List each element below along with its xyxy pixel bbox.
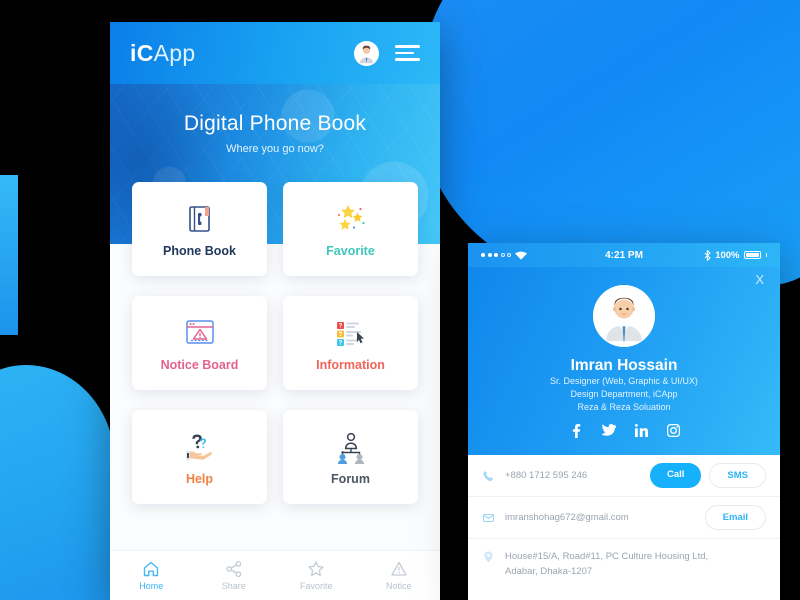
menu-card-phone-book[interactable]: Phone Book <box>132 182 267 276</box>
contact-role: Sr. Designer (Web, Graphic & UI/UX) <box>550 376 698 386</box>
phone-screen-home: iCApp Digital Phone Book Where you go no… <box>110 22 440 600</box>
tab-label: Home <box>139 581 164 591</box>
svg-text:?: ? <box>338 341 342 347</box>
status-left <box>481 251 605 260</box>
decorative-shape-bottom-left <box>0 365 115 600</box>
user-avatar-icon[interactable] <box>354 40 379 66</box>
close-icon[interactable]: X <box>755 273 764 286</box>
signal-dots-icon <box>481 253 511 257</box>
battery-icon <box>743 250 761 260</box>
star-icon <box>308 561 324 577</box>
twitter-icon[interactable] <box>601 424 616 438</box>
phone-icon <box>482 470 495 482</box>
menu-card-forum[interactable]: Forum <box>283 410 418 504</box>
menu-card-label: Forum <box>331 472 370 486</box>
bottom-tabbar: Home Share Favorite Notice <box>110 550 440 600</box>
app-logo: iCApp <box>130 40 195 67</box>
contact-phone-value: +880 1712 595 246 <box>505 469 588 481</box>
svg-text:?: ? <box>338 332 342 338</box>
information-icon: ? ? ? <box>332 314 370 352</box>
logo-bold-part: iC <box>130 39 154 66</box>
svg-text:?: ? <box>338 324 342 330</box>
contact-email-value: imranshohag672@gmail.com <box>505 511 629 523</box>
profile-header: X Imran Hossain Sr. Designer (Web, Graph… <box>468 267 780 456</box>
email-button[interactable]: Email <box>704 505 766 531</box>
notice-board-icon <box>182 314 218 352</box>
contact-address-value: House#15/A, Road#11, PC Culture Housing … <box>505 550 708 579</box>
menu-card-notice-board[interactable]: Notice Board <box>132 296 267 390</box>
menu-card-help[interactable]: Help <box>132 410 267 504</box>
share-icon <box>226 560 241 578</box>
contact-row-address: House#15/A, Road#11, PC Culture Housing … <box>468 539 780 590</box>
battery-percent: 100% <box>715 249 740 261</box>
decorative-shape-mid-left <box>0 175 18 335</box>
call-button[interactable]: Call <box>649 463 702 489</box>
tab-share[interactable]: Share <box>193 560 276 591</box>
logo-light-part: App <box>153 39 196 66</box>
menu-card-favorite[interactable]: Favorite <box>283 182 418 276</box>
contact-avatar-icon <box>593 285 655 347</box>
tab-label: Favorite <box>299 581 333 591</box>
contact-name: Imran Hossain <box>570 357 678 374</box>
location-pin-icon <box>482 550 495 563</box>
menu-card-label: Help <box>185 472 214 486</box>
address-line-1: House#15/A, Road#11, PC Culture Housing … <box>505 551 709 563</box>
contact-detail-card: 4:21 PM 100% X Imran Hossain Sr. Designe… <box>468 243 780 600</box>
menu-card-label: Favorite <box>326 244 375 258</box>
sms-button[interactable]: SMS <box>709 463 766 489</box>
home-icon <box>144 561 159 577</box>
contact-department: Design Department, iCApp <box>570 388 678 399</box>
email-actions: Email <box>704 505 766 531</box>
status-bar: 4:21 PM 100% <box>468 243 780 267</box>
forum-people-icon <box>332 428 370 466</box>
menu-card-label: Information <box>316 358 385 372</box>
wifi-icon <box>515 251 527 260</box>
stars-icon <box>333 200 369 238</box>
contact-row-phone: +880 1712 595 246 Call SMS <box>468 455 780 498</box>
phone-actions: Call SMS <box>649 463 766 489</box>
status-right: 100% <box>643 249 768 261</box>
warning-icon <box>391 561 407 576</box>
battery-tip <box>765 253 768 257</box>
page-title: Digital Phone Book <box>183 112 367 135</box>
app-header: iCApp <box>110 22 440 84</box>
menu-card-label: Phone Book <box>163 244 236 258</box>
contact-company: Reza & Reza Soluation <box>577 401 671 412</box>
tab-favorite[interactable]: Favorite <box>275 560 358 591</box>
tab-notice[interactable]: Notice <box>358 560 441 591</box>
status-time: 4:21 PM <box>605 249 643 261</box>
menu-card-label: Notice Board <box>160 358 239 372</box>
tab-label: Notice <box>385 581 412 591</box>
hamburger-menu-icon[interactable] <box>395 45 420 61</box>
menu-grid: Phone Book Favorite Notice Board ? ? ? I… <box>110 182 440 504</box>
social-links <box>468 424 780 439</box>
instagram-icon[interactable] <box>666 424 680 438</box>
linkedin-icon[interactable] <box>634 424 648 438</box>
facebook-icon[interactable] <box>569 424 582 439</box>
menu-card-information[interactable]: ? ? ? Information <box>283 296 418 390</box>
help-hand-icon <box>182 428 218 466</box>
contact-row-email: imranshohag672@gmail.com Email <box>468 497 780 540</box>
phone-book-icon <box>183 200 217 238</box>
tab-label: Share <box>221 581 246 591</box>
hero-subtitle: Where you go now? <box>226 143 324 155</box>
address-line-2: Adabar, Dhaka-1207 <box>505 565 593 577</box>
envelope-icon <box>482 513 495 523</box>
tab-home[interactable]: Home <box>110 560 193 591</box>
bluetooth-icon <box>704 249 711 261</box>
header-actions <box>354 40 420 66</box>
